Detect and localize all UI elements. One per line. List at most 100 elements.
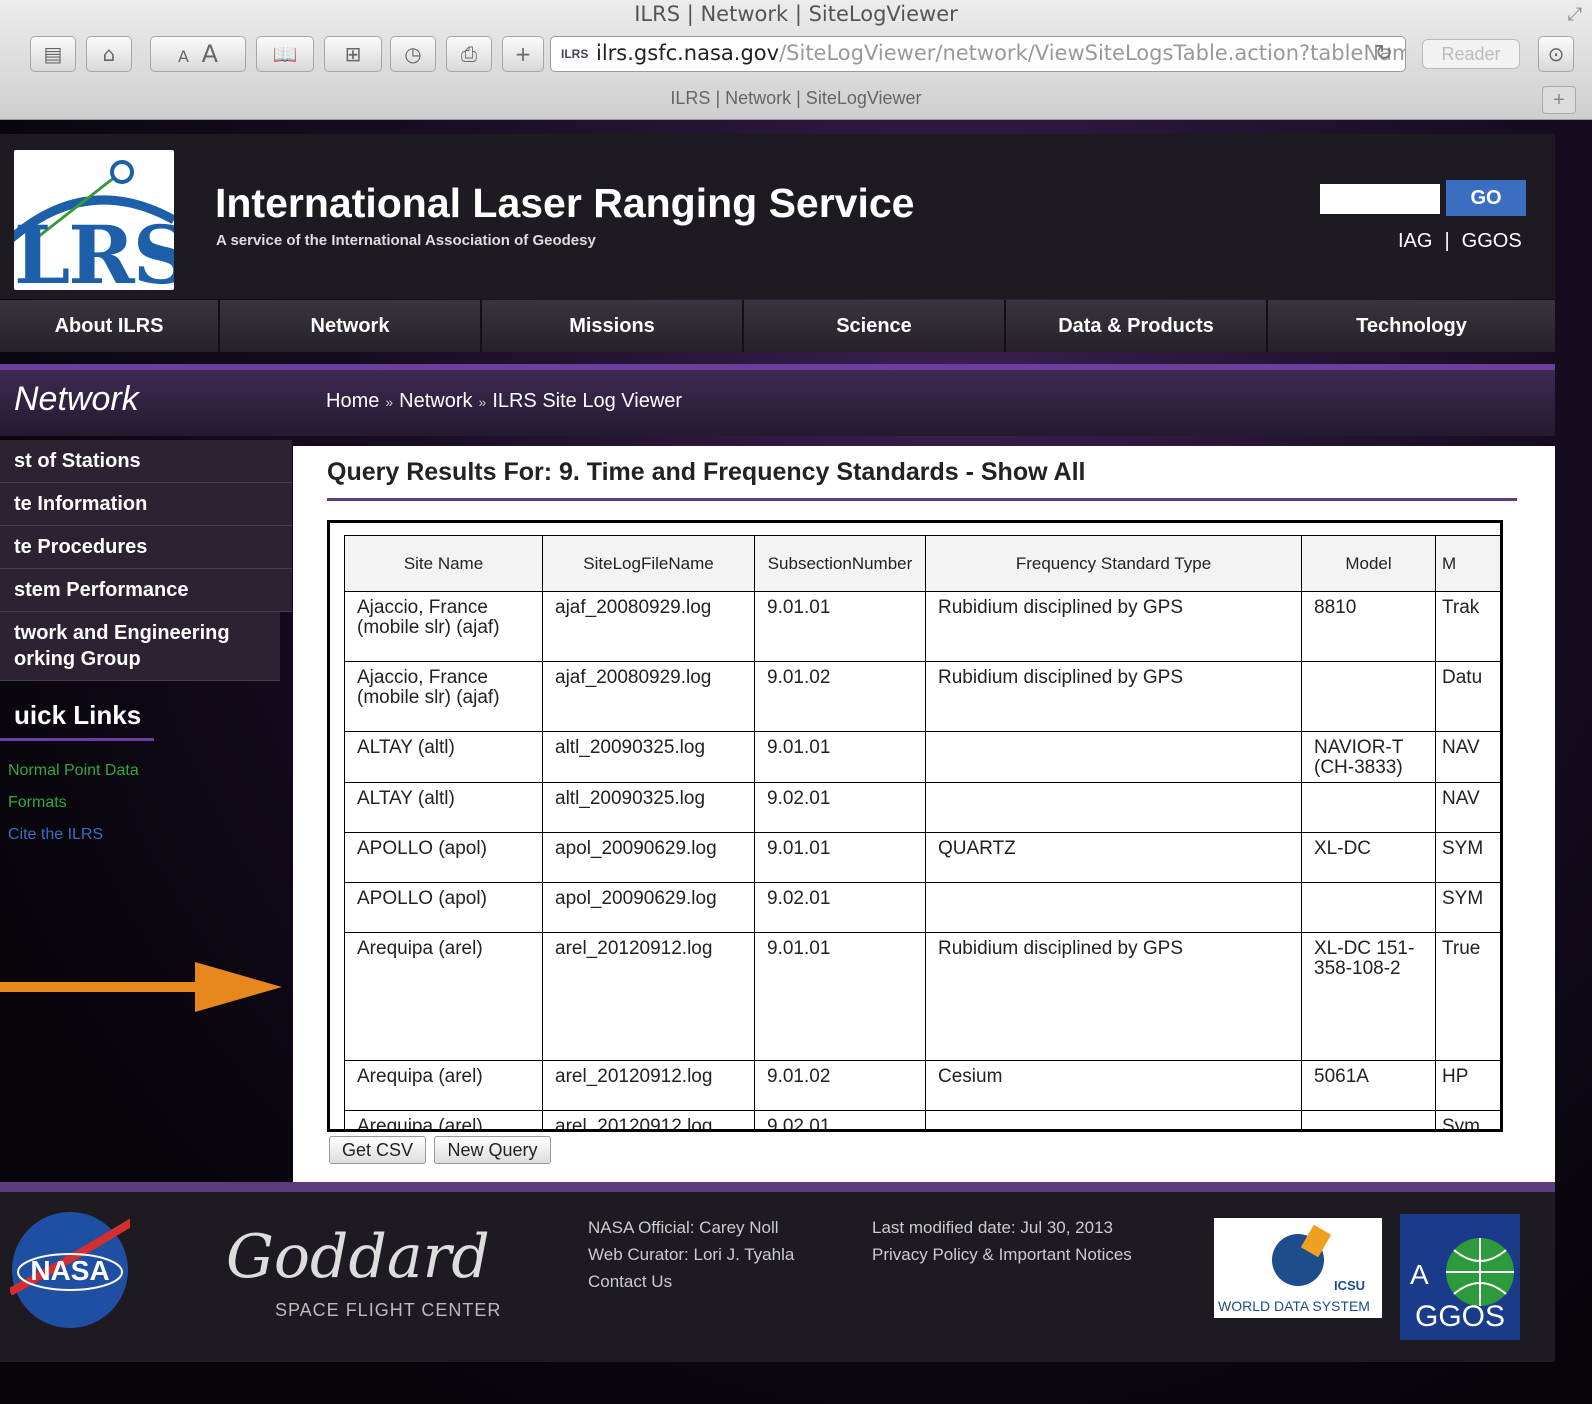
address-bar[interactable]: ILRS ilrs.gsfc.nasa.gov/SiteLogViewer/ne… [550, 36, 1406, 72]
iag-letters: A [1410, 1259, 1429, 1290]
text-larger-icon[interactable]: A [202, 40, 218, 68]
web-curator: Web Curator: Lori J. Tyahla [588, 1245, 795, 1264]
breadcrumb-network[interactable]: Network [399, 390, 472, 412]
print-icon[interactable]: ⎙ [446, 36, 492, 72]
add-bookmark-icon[interactable]: ⊞ [324, 36, 382, 72]
table-cell: HP [1435, 1060, 1500, 1111]
site-title: International Laser Ranging Service [215, 180, 915, 226]
table-cell: Rubidium disciplined by GPS [925, 591, 1302, 662]
nav-data-products[interactable]: Data & Products [1006, 300, 1268, 352]
table-cell: ALTAY (altl) [344, 782, 543, 833]
nasa-logo[interactable]: NASA [10, 1210, 130, 1330]
browser-toolbar: ▤ ⌂ A A 📖 ⊞ ◷ ⎙ + ILRS ilrs.gsfc.nasa.go… [20, 36, 1582, 74]
url-path: /SiteLogViewer/network/ViewSiteLogsTable… [779, 41, 1406, 65]
download-icon[interactable]: ⊙ [1538, 36, 1574, 72]
table-cell: Ajaccio, France (mobile slr) (ajaf) [344, 661, 543, 732]
table-cell: 9.01.02 [754, 1060, 926, 1111]
col-sitelog-filename[interactable]: SiteLogFileName [542, 535, 755, 592]
table-row: Ajaccio, France (mobile slr) (ajaf) ajaf_… [344, 661, 1500, 732]
site-subtitle: A service of the International Associati… [216, 232, 596, 249]
title-divider [327, 498, 1517, 501]
table-cell: altl_20090325.log [542, 731, 755, 783]
table-cell [925, 782, 1302, 833]
sidebar-item-performance[interactable]: stem Performance [0, 569, 292, 612]
site-search-input[interactable] [1320, 184, 1440, 214]
table-cell: ALTAY (altl) [344, 731, 543, 783]
contact-link[interactable]: Contact Us [588, 1268, 794, 1295]
results-table-frame[interactable]: Site Name SiteLogFileName SubsectionNumb… [327, 520, 1503, 1132]
sidebar-item-site-info[interactable]: te Information [0, 483, 292, 526]
table-cell: ajaf_20080929.log [542, 591, 755, 662]
table-row: Arequipa (arel) arel_20120912.log 9.01.01 R… [344, 932, 1500, 1061]
quick-link-normal-point[interactable]: Normal Point Data [8, 762, 139, 780]
col-site-name[interactable]: Site Name [344, 535, 543, 592]
quick-links-divider [0, 738, 154, 741]
text-size-buttons[interactable]: A A [150, 36, 246, 72]
wds-logo[interactable]: ICSU WORLD DATA SYSTEM [1214, 1218, 1382, 1318]
nav-missions[interactable]: Missions [482, 300, 744, 352]
external-links: IAG | GGOS [1392, 230, 1528, 253]
fullscreen-icon[interactable]: ⤢ [1568, 4, 1582, 25]
url-text[interactable]: ilrs.gsfc.nasa.gov/SiteLogViewer/network… [596, 41, 1406, 65]
text-smaller-icon[interactable]: A [178, 47, 189, 66]
tab-active[interactable]: ILRS | Network | SiteLogViewer [0, 88, 1592, 109]
ggos-logo[interactable]: A GGOS [1400, 1214, 1520, 1340]
iag-link[interactable]: IAG [1398, 230, 1432, 252]
quick-link-cite[interactable]: Cite the ILRS [8, 826, 103, 844]
nav-science[interactable]: Science [744, 300, 1006, 352]
add-button[interactable]: + [502, 36, 544, 72]
col-frequency-standard-type[interactable]: Frequency Standard Type [925, 535, 1302, 592]
table-cell: arel_20120912.log [542, 1060, 755, 1111]
form-buttons: Get CSV New Query [329, 1136, 555, 1164]
page: LRS International Laser Ranging Service … [0, 120, 1592, 1404]
goddard-logo[interactable]: Goddard [226, 1222, 490, 1292]
table-cell: 9.01.01 [754, 731, 926, 783]
col-model[interactable]: Model [1301, 535, 1436, 592]
nav-technology[interactable]: Technology [1268, 300, 1555, 352]
nav-network[interactable]: Network [220, 300, 482, 352]
sidebar-item-procedures[interactable]: te Procedures [0, 526, 292, 569]
table-cell [925, 1110, 1302, 1129]
ggos-link[interactable]: GGOS [1462, 230, 1522, 252]
table-cell: arel_20120912.log [542, 932, 755, 1061]
col-manufacturer[interactable]: M [1435, 535, 1500, 592]
col-subsection-number[interactable]: SubsectionNumber [754, 535, 926, 592]
table-cell: Datu [1435, 661, 1500, 732]
get-csv-button[interactable]: Get CSV [329, 1136, 427, 1164]
table-cell: 9.02.01 [754, 782, 926, 833]
search-go-button[interactable]: GO [1446, 180, 1526, 216]
footer-divider [0, 1182, 1555, 1192]
table-cell: Ajaccio, France (mobile slr) (ajaf) [344, 591, 543, 662]
privacy-link[interactable]: Privacy Policy & Important Notices [872, 1241, 1132, 1268]
ilrs-logo[interactable]: LRS [14, 150, 174, 290]
table-cell: NAV [1435, 731, 1500, 783]
sidebar-menu: st of Stations te Information te Procedu… [0, 440, 292, 681]
history-icon[interactable]: ◷ [390, 36, 436, 72]
reader-button[interactable]: Reader [1422, 39, 1520, 69]
browser-chrome: ILRS | Network | SiteLogViewer ⤢ ▤ ⌂ A A… [0, 0, 1592, 120]
table-cell: XL-DC 151-358-108-2 [1301, 932, 1436, 1061]
nasa-logo-text: NASA [30, 1255, 109, 1286]
quick-link-formats[interactable]: Formats [8, 794, 67, 812]
table-cell: apol_20090629.log [542, 832, 755, 883]
table-cell: SYM [1435, 832, 1500, 883]
table-cell: APOLLO (apol) [344, 882, 543, 933]
icsu-text: ICSU [1334, 1278, 1365, 1293]
new-query-button[interactable]: New Query [434, 1136, 551, 1164]
sidebar-item-working-group[interactable]: twork and Engineering orking Group [0, 612, 280, 681]
sidebar-item-stations[interactable]: st of Stations [0, 440, 292, 483]
table-cell: 9.01.02 [754, 661, 926, 732]
table-cell [1301, 782, 1436, 833]
ggos-text: GGOS [1414, 1300, 1505, 1333]
section-title: Network [14, 380, 139, 418]
new-tab-icon[interactable]: + [1542, 86, 1576, 114]
reload-icon[interactable]: ↻ [1375, 40, 1393, 66]
sidebar-icon[interactable]: ▤ [30, 36, 76, 72]
tab-bar: ILRS | Network | SiteLogViewer + [0, 84, 1592, 118]
logo-text: LRS [14, 208, 174, 290]
breadcrumb-home[interactable]: Home [326, 390, 379, 412]
url-host: ilrs.gsfc.nasa.gov [596, 41, 780, 65]
bookmarks-icon[interactable]: 📖 [256, 36, 314, 72]
home-icon[interactable]: ⌂ [86, 36, 132, 72]
nav-about[interactable]: About ILRS [0, 300, 220, 352]
